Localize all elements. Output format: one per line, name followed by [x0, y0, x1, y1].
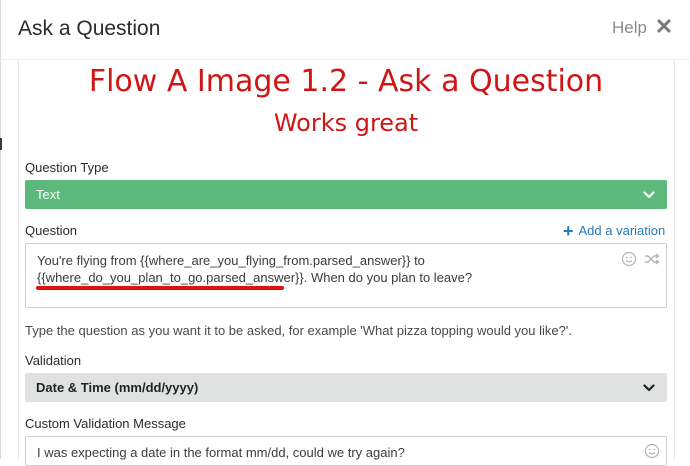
validation-value: Date & Time (mm/dd/yyyy) — [36, 380, 199, 395]
annotation-subtitle: Works great — [273, 109, 419, 137]
plus-icon: + — [563, 221, 574, 241]
annotation-title: Flow A Image 1.2 - Ask a Question — [88, 64, 604, 99]
add-variation-label: Add a variation — [578, 223, 666, 238]
close-icon[interactable]: ✕ — [654, 14, 674, 40]
chevron-down-icon — [643, 384, 655, 392]
modal-title: Ask a Question — [18, 17, 161, 40]
help-link[interactable]: Help — [612, 18, 647, 38]
annotation-underline — [36, 286, 284, 290]
add-variation-button[interactable]: + Add a variation — [563, 221, 665, 242]
custom-validation-input[interactable]: I was expecting a date in the format mm/… — [25, 436, 667, 466]
validation-select[interactable]: Date & Time (mm/dd/yyyy) — [25, 373, 667, 402]
question-type-label: Question Type — [25, 160, 109, 175]
question-text-line-2: {{where_do_you_plan_to_go.parsed_answer}… — [37, 270, 473, 285]
validation-label: Validation — [25, 353, 82, 368]
chevron-down-icon — [643, 191, 655, 199]
custom-validation-value: I was expecting a date in the format mm/… — [37, 445, 405, 460]
question-input[interactable]: You're flying from {{where_are_you_flyin… — [25, 243, 667, 308]
question-type-select[interactable]: Text — [25, 180, 667, 209]
modal-header: Ask a Question Help ✕ — [0, 0, 690, 60]
window-edge — [0, 0, 1, 459]
content-border-right — [674, 60, 675, 459]
custom-validation-label: Custom Validation Message — [25, 416, 186, 431]
question-helper-text: Type the question as you want it to be a… — [25, 323, 572, 338]
question-label: Question — [25, 223, 78, 238]
shuffle-icon[interactable] — [644, 251, 660, 267]
smile-icon[interactable] — [621, 251, 637, 267]
smile-icon[interactable] — [644, 443, 660, 459]
question-text-line-1: You're flying from {{where_are_you_flyin… — [37, 253, 425, 268]
window-edge-marker — [0, 138, 2, 150]
question-type-value: Text — [36, 187, 60, 202]
